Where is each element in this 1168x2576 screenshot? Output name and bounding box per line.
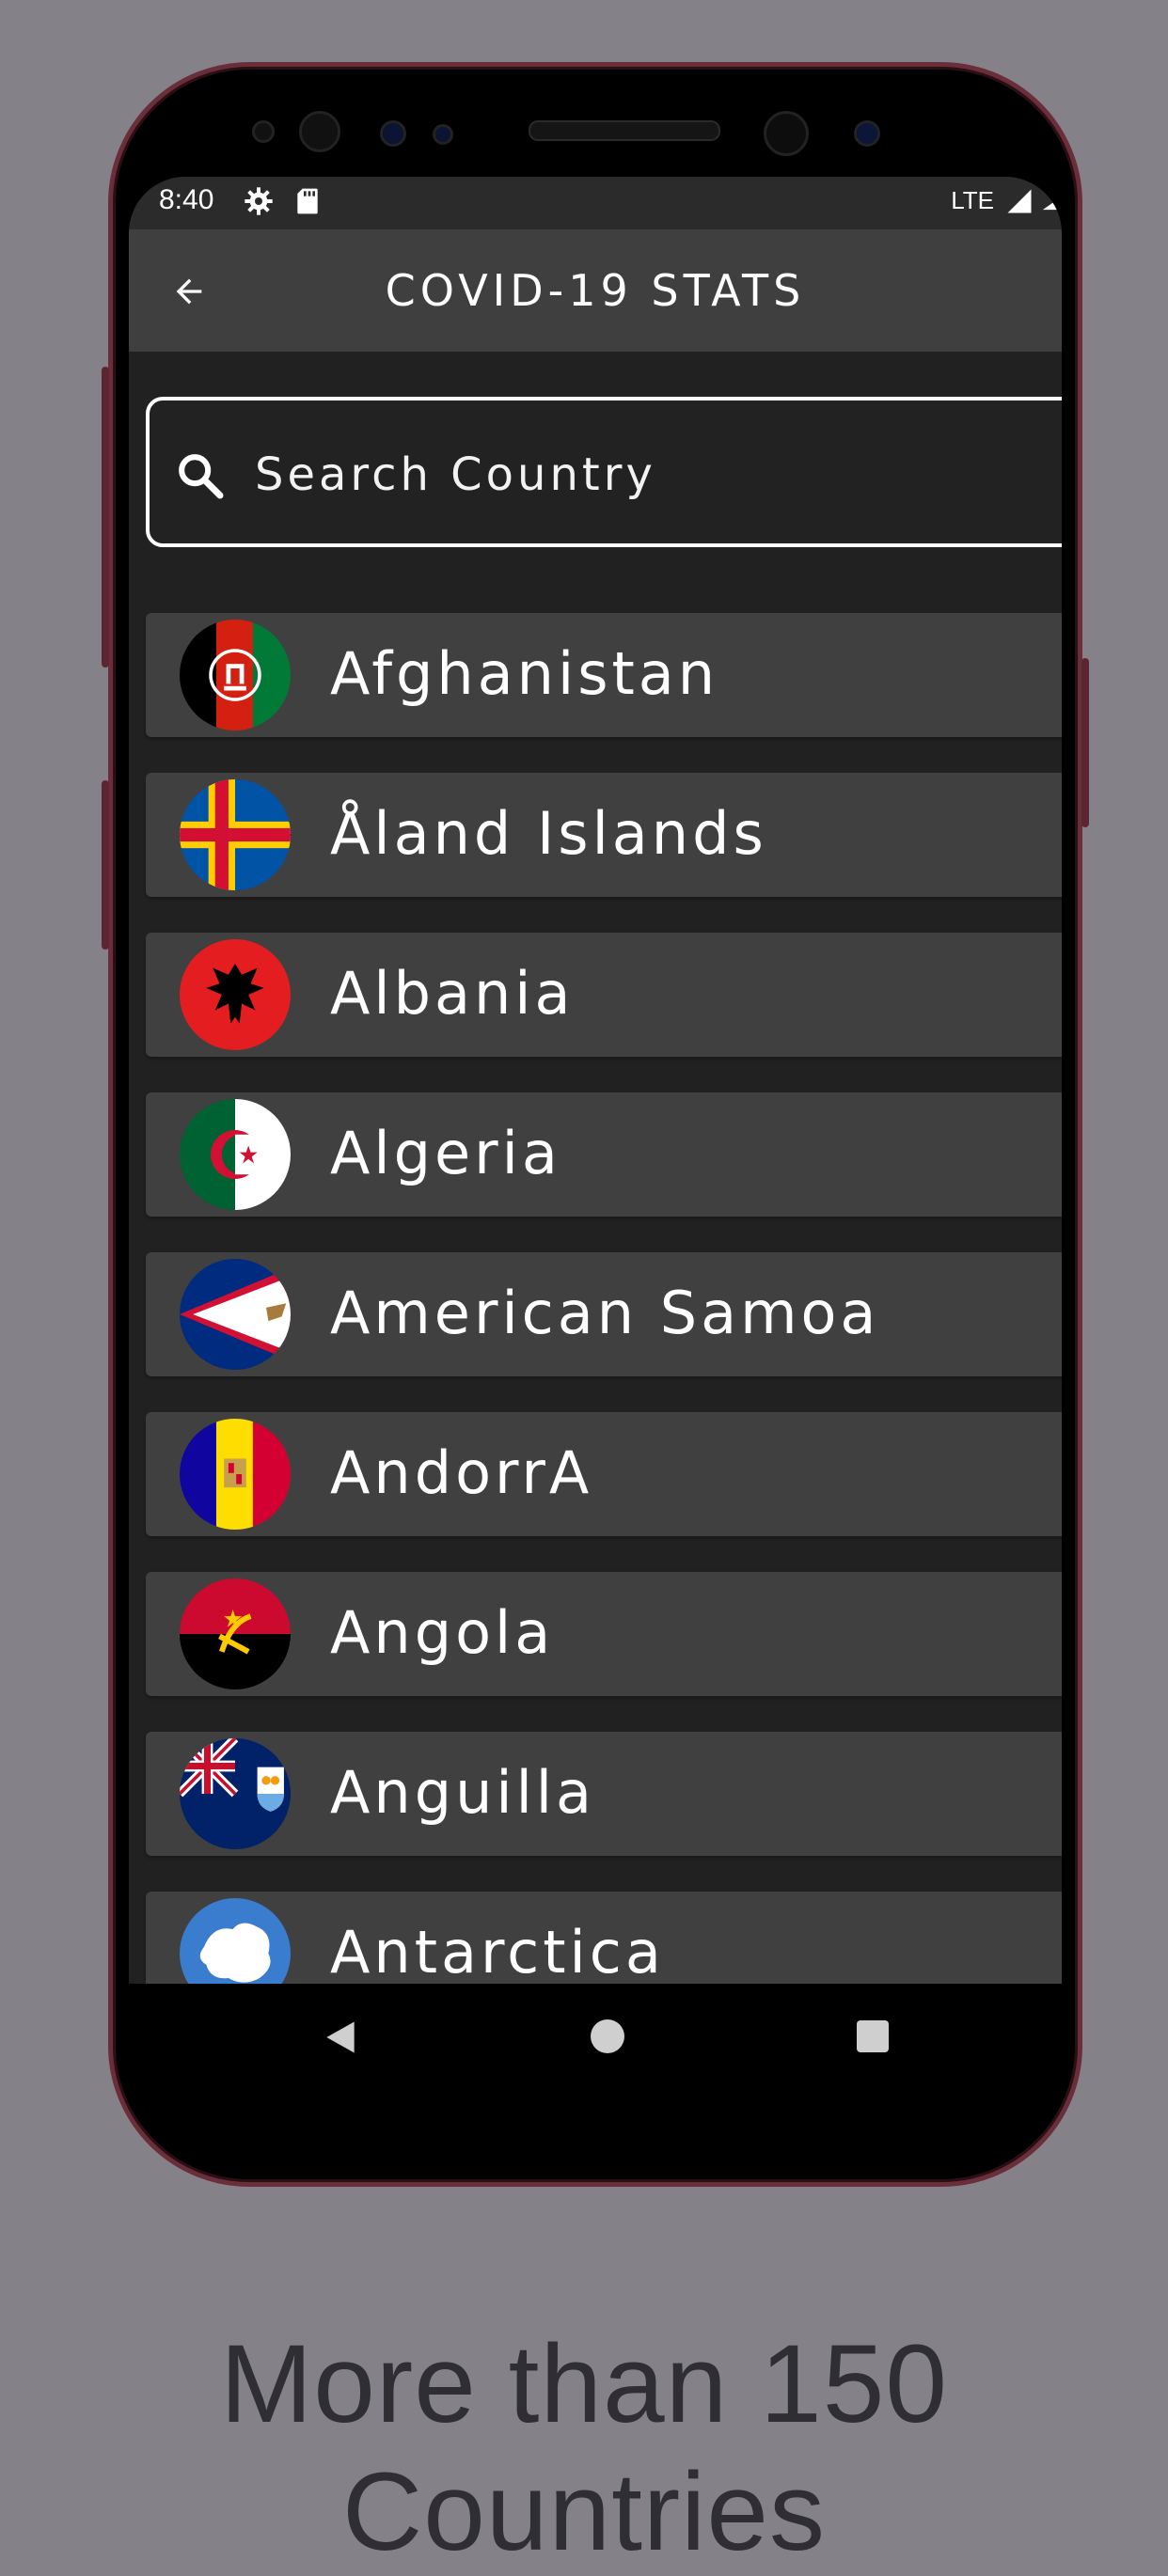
- country-name: AndorrA: [330, 1438, 593, 1507]
- square-recents-icon[interactable]: [857, 2020, 889, 2052]
- sd-card-icon: [297, 188, 318, 214]
- list-item[interactable]: Anguilla: [146, 1732, 1062, 1856]
- flag-antarctica-icon: [180, 1898, 291, 1984]
- flag-algeria-icon: [180, 1099, 291, 1210]
- volume-button: [102, 367, 109, 668]
- ambient-sensor-icon: [433, 124, 453, 145]
- country-name: American Samoa: [330, 1279, 880, 1347]
- list-item[interactable]: Angola: [146, 1572, 1062, 1696]
- country-list[interactable]: Afghanistan Åland Islands Albania Algeri…: [146, 613, 1062, 1984]
- signal-icon: [1007, 189, 1032, 213]
- battery-icon: [1042, 197, 1061, 211]
- flag-anguilla-icon: [180, 1738, 291, 1849]
- gear-icon: [245, 187, 273, 215]
- country-name: Antarctica: [330, 1918, 665, 1984]
- network-type: LTE: [951, 186, 994, 214]
- flag-angola-icon: [180, 1579, 291, 1689]
- country-name: Albania: [330, 959, 575, 1028]
- triangle-back-icon[interactable]: [320, 2017, 361, 2058]
- list-item[interactable]: AndorrA: [146, 1412, 1062, 1536]
- flag-aland-islands-icon: [180, 779, 291, 890]
- list-item[interactable]: Antarctica: [146, 1892, 1062, 1984]
- proximity-sensor-icon: [252, 120, 275, 143]
- circle-home-icon[interactable]: [591, 2019, 624, 2053]
- list-item[interactable]: American Samoa: [146, 1252, 1062, 1376]
- flag-albania-icon: [180, 939, 291, 1050]
- flag-american-samoa-icon: [180, 1259, 291, 1370]
- camera-lens-icon: [854, 120, 880, 147]
- app-bar: COVID-19 STATS: [129, 229, 1062, 352]
- bixby-button: [102, 780, 109, 950]
- power-button: [1081, 658, 1089, 827]
- status-time: 8:40: [159, 184, 214, 215]
- list-item[interactable]: Albania: [146, 933, 1062, 1057]
- search-input[interactable]: [253, 438, 971, 511]
- country-name: Angola: [330, 1598, 555, 1667]
- flag-andorra-icon: [180, 1419, 291, 1530]
- list-item[interactable]: Åland Islands: [146, 773, 1062, 897]
- search-box[interactable]: [146, 397, 1062, 547]
- front-camera-icon: [764, 111, 809, 156]
- country-name: Anguilla: [330, 1758, 596, 1827]
- list-item[interactable]: Afghanistan: [146, 613, 1062, 737]
- app-screen: 8:40 LTE COVID-19 STATS Search Country A…: [129, 177, 1062, 1984]
- flag-afghanistan-icon: [180, 620, 291, 730]
- iris-sensor-icon: [299, 111, 340, 152]
- country-name: Åland Islands: [330, 799, 767, 868]
- iris-led-icon: [380, 120, 406, 147]
- status-bar: 8:40 LTE: [129, 177, 1062, 229]
- app-title: COVID-19 STATS: [385, 265, 806, 316]
- country-name: Algeria: [330, 1119, 561, 1187]
- promo-caption: More than 150 Countries: [220, 2322, 948, 2574]
- list-item[interactable]: Algeria: [146, 1092, 1062, 1217]
- earpiece-speaker: [529, 120, 720, 141]
- search-icon: [179, 454, 224, 499]
- country-name: Afghanistan: [330, 639, 719, 708]
